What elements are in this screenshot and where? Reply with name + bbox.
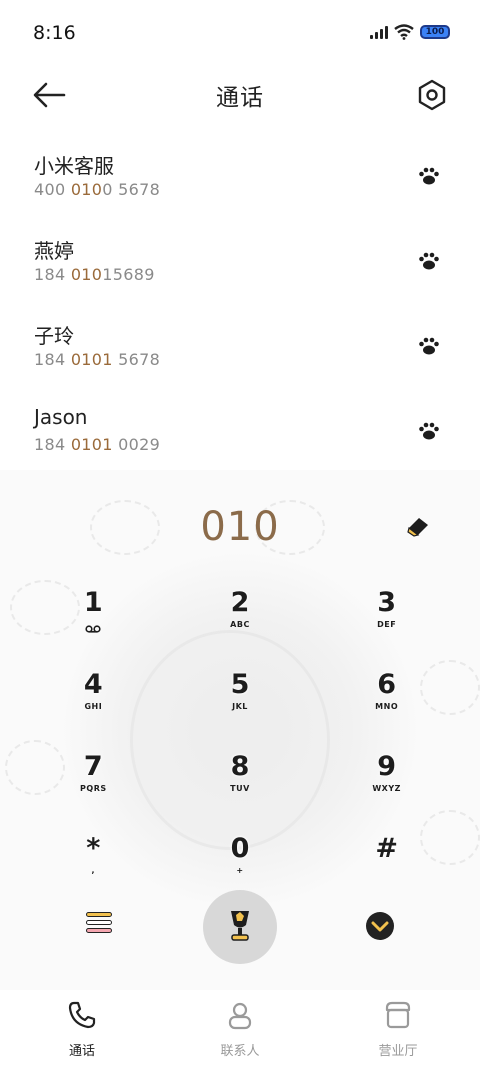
battery-icon: 100 (420, 25, 450, 39)
backspace-icon[interactable] (406, 514, 432, 538)
contact-suggestions: 小米客服 400 0100 5678 燕婷 184 01015689 子玲 18… (0, 138, 480, 478)
contact-name: 小米客服 (34, 154, 114, 178)
wifi-icon (394, 24, 414, 40)
store-icon (385, 1001, 411, 1029)
voicemail-icon (85, 625, 101, 633)
key-star[interactable]: * , (20, 834, 167, 890)
key-5[interactable]: 5 JKL (167, 670, 314, 726)
status-time: 8:16 (33, 22, 76, 44)
contact-number: 400 0100 5678 (34, 180, 161, 199)
bottom-nav: 通话 联系人 营业厅 (0, 990, 480, 1067)
paw-icon[interactable] (418, 166, 440, 186)
key-hash[interactable]: # (313, 834, 460, 890)
list-item[interactable]: 燕婷 184 01015689 (0, 223, 480, 308)
key-9[interactable]: 9 WXYZ (313, 752, 460, 808)
keypad: 1 2 ABC 3 DEF 4 GHI 5 JKL 6 MNO 7 PQRS 8… (20, 588, 460, 890)
signal-icon (370, 25, 388, 39)
tab-contacts[interactable]: 联系人 (190, 1000, 290, 1059)
key-3[interactable]: 3 DEF (313, 588, 460, 644)
key-2[interactable]: 2 ABC (167, 588, 314, 644)
list-item[interactable]: 小米客服 400 0100 5678 (0, 138, 480, 223)
trophy-call-icon (231, 911, 249, 941)
key-0[interactable]: 0 + (167, 834, 314, 890)
paw-icon[interactable] (418, 421, 440, 441)
dial-pad-area: 010 1 2 ABC 3 DEF 4 GHI 5 JKL 6 MNO 7 PQ… (0, 470, 480, 990)
chevron-down-icon (371, 921, 389, 932)
tab-calls[interactable]: 通话 (32, 1000, 132, 1059)
status-bar: 8:16 100 (0, 0, 480, 66)
key-1[interactable]: 1 (20, 588, 167, 644)
phone-icon (68, 1001, 96, 1029)
page-title: 通话 (216, 85, 264, 111)
contact-number: 184 0101 5678 (34, 350, 161, 369)
paw-icon[interactable] (418, 336, 440, 356)
contact-number: 184 0101 0029 (34, 435, 161, 454)
call-button[interactable] (203, 890, 277, 964)
contact-name: 燕婷 (34, 239, 74, 263)
settings-icon[interactable] (416, 78, 448, 112)
status-icons: 100 (370, 24, 450, 40)
menu-icon[interactable] (86, 912, 112, 936)
list-item[interactable]: 子玲 184 0101 5678 (0, 308, 480, 393)
list-item[interactable]: Jason 184 0101 0029 (0, 393, 480, 478)
tab-service-hall[interactable]: 营业厅 (348, 1000, 448, 1059)
contact-number: 184 01015689 (34, 265, 155, 284)
contacts-icon (228, 1002, 252, 1030)
key-6[interactable]: 6 MNO (313, 670, 460, 726)
paw-icon[interactable] (418, 251, 440, 271)
key-7[interactable]: 7 PQRS (20, 752, 167, 808)
app-header: 通话 (0, 66, 480, 126)
contact-name: 子玲 (34, 324, 74, 348)
contact-name: Jason (34, 405, 88, 429)
key-4[interactable]: 4 GHI (20, 670, 167, 726)
dialpad-toggle-icon[interactable] (366, 912, 394, 940)
key-8[interactable]: 8 TUV (167, 752, 314, 808)
dialer-actions (0, 890, 480, 970)
